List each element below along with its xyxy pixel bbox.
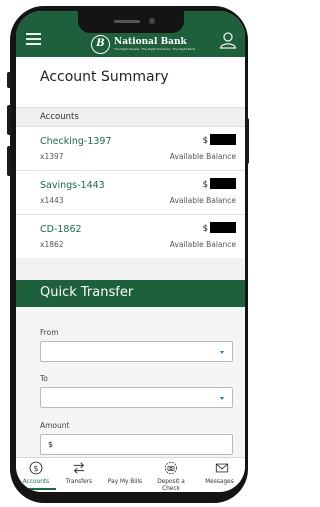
tab-transfers[interactable]: Transfers [56,458,102,492]
from-account-select[interactable] [40,341,233,362]
account-name: Savings-1443 [40,180,105,191]
logo-mark-icon: B [91,34,110,54]
stage: B National Bank The Right People. The Ri… [0,0,254,507]
mute-switch [7,72,11,88]
to-label: To [40,374,48,383]
active-tab-indicator [16,488,56,490]
account-number: x1443 [40,196,64,205]
redacted-balance [210,222,236,233]
redacted-balance [210,134,236,145]
account-name: Checking-1397 [40,136,112,147]
bank-name: National Bank [114,37,187,47]
user-profile-icon[interactable] [219,31,237,49]
currency-symbol: $ [202,136,208,146]
tab-label: Deposit a Check [157,479,185,492]
tab-deposit-check[interactable]: Deposit a Check [148,458,194,492]
transfer-arrows-icon [73,462,85,474]
balance-label: Available Balance [169,240,236,249]
bank-logo: B National Bank The Right People. The Ri… [91,34,196,54]
bottom-tab-bar: $ Accounts Transfers Pay My Bills Deposi… [16,457,245,492]
balance-label: Available Balance [169,196,236,205]
account-number: x1862 [40,240,64,249]
chevron-down-icon [220,351,224,354]
tab-label: Pay My Bills [107,479,143,485]
tab-label: Messages [205,479,234,485]
amount-value: $ [48,440,54,449]
account-row-checking[interactable]: Checking-1397 x1397 $ Available Balance [16,127,245,171]
hamburger-menu-icon[interactable] [26,33,41,45]
from-label: From [40,328,59,337]
account-row-cd[interactable]: CD-1862 x1862 $ Available Balance [16,215,245,259]
tab-label: Transfers [65,479,93,485]
camera-check-icon [164,461,178,475]
envelope-icon [215,463,229,473]
currency-symbol: $ [202,180,208,190]
accounts-section-label: Accounts [40,112,79,122]
page-title: Account Summary [40,69,169,85]
section-divider [16,258,245,280]
bank-tagline: The Right People. The Right Solutions. T… [114,47,197,51]
svg-text:$: $ [33,464,38,473]
tab-accounts[interactable]: $ Accounts [16,458,56,492]
balance-label: Available Balance [169,152,236,161]
phone-notch [78,11,184,33]
chevron-down-icon [220,397,224,400]
to-account-select[interactable] [40,387,233,408]
dollar-circle-icon: $ [29,461,43,475]
account-number: x1397 [40,152,64,161]
volume-up-button [7,105,11,135]
power-button [245,118,249,164]
phone-screen: B National Bank The Right People. The Ri… [16,11,245,492]
amount-input[interactable]: $ [40,434,233,455]
quick-transfer-form: From To Amount $ [16,307,245,457]
account-name: CD-1862 [40,224,82,235]
quick-transfer-title: Quick Transfer [40,285,134,300]
tab-label: Accounts [22,479,50,485]
account-row-savings[interactable]: Savings-1443 x1443 $ Available Balance [16,171,245,215]
tab-pay-my-bills[interactable]: Pay My Bills [102,458,148,492]
redacted-balance [210,178,236,189]
volume-down-button [7,146,11,176]
currency-symbol: $ [202,224,208,234]
amount-label: Amount [40,421,70,430]
quick-transfer-header: Quick Transfer [16,280,245,307]
tab-messages[interactable]: Messages [194,458,245,492]
accounts-section-header: Accounts [16,107,245,127]
